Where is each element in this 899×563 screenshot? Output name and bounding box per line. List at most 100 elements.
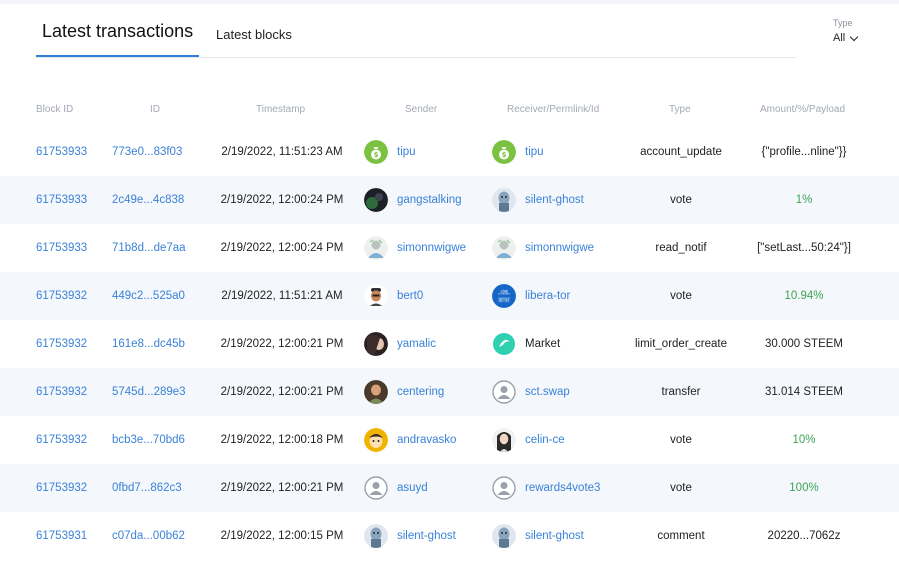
tab-bar: Latest transactions Latest blocks (36, 18, 796, 58)
table-row: 61753932 161e8...dc45b 2/19/2022, 12:00:21… (0, 320, 899, 368)
receiver-link: Market (525, 338, 561, 350)
block-id-link[interactable]: 61753932 (36, 416, 87, 464)
amount-payload: 20220...7062z (767, 530, 841, 542)
transaction-id-link[interactable]: 773e0...83f03 (112, 128, 182, 176)
receiver-link[interactable]: sct.swap (525, 380, 570, 404)
dark-avatar-icon[interactable] (364, 188, 388, 212)
sender-link[interactable]: gangstalking (397, 188, 462, 212)
block-id-link[interactable]: 61753933 (36, 128, 87, 176)
block-id-link[interactable]: 61753932 (36, 272, 87, 320)
libera-avatar-icon[interactable]: 리베레이터 (492, 284, 516, 308)
money-bag-avatar-icon[interactable]: $ (364, 140, 388, 164)
sender-link[interactable]: simonnwigwe (397, 236, 466, 260)
operation-type: transfer (661, 386, 701, 398)
portrait-warm-avatar-icon[interactable] (364, 380, 388, 404)
sender-link[interactable]: andravasko (397, 428, 456, 452)
block-id-link[interactable]: 61753931 (36, 512, 87, 560)
money-bag-avatar-icon[interactable]: $ (492, 140, 516, 164)
block-id-link[interactable]: 61753933 (36, 224, 87, 272)
transaction-id-link[interactable]: 71b8d...de7aa (112, 224, 186, 272)
table-row: 61753933 2c49e...4c838 2/19/2022, 12:00:24… (0, 176, 899, 224)
ghost-avatar-icon[interactable] (492, 524, 516, 548)
type-filter-value: All (833, 32, 846, 44)
table-row: 61753931 c07da...00b62 2/19/2022, 12:00:15… (0, 512, 899, 560)
receiver-cell: Market (492, 332, 560, 356)
table-row: 61753932 449c2...525a0 2/19/2022, 11:51:21… (0, 272, 899, 320)
receiver-link[interactable]: silent-ghost (525, 524, 584, 548)
block-id-link[interactable]: 61753932 (36, 368, 87, 416)
svg-text:레이터: 레이터 (498, 297, 509, 303)
default-user-avatar-icon[interactable] (492, 476, 516, 500)
timestamp: 2/19/2022, 11:51:21 AM (221, 290, 343, 302)
ghost-avatar-icon[interactable] (492, 188, 516, 212)
transaction-id-link[interactable]: 5745d...289e3 (112, 368, 186, 416)
block-id-link[interactable]: 61753932 (36, 320, 87, 368)
receiver-link[interactable]: tipu (525, 140, 544, 164)
column-header-sender: Sender (405, 104, 438, 115)
type-filter-select[interactable]: All (833, 32, 859, 44)
timestamp: 2/19/2022, 12:00:24 PM (220, 242, 344, 254)
default-user-avatar-icon[interactable] (364, 476, 388, 500)
transaction-id-link[interactable]: 0fbd7...862c3 (112, 464, 182, 512)
table-header: Block ID ID Timestamp Sender Receiver/Pe… (0, 96, 899, 123)
tab-latest-transactions[interactable]: Latest transactions (36, 18, 200, 57)
sketch-avatar-icon[interactable] (492, 236, 516, 260)
receiver-link[interactable]: libera-tor (525, 284, 570, 308)
receiver-cell: rewards4vote3 (492, 476, 600, 500)
operation-type: read_notif (655, 242, 707, 254)
type-filter-label: Type (833, 18, 853, 28)
chevron-down-icon (849, 32, 859, 41)
sender-link[interactable]: centering (397, 380, 444, 404)
amount-payload: 31.014 STEEM (765, 386, 843, 398)
block-id-link[interactable]: 61753933 (36, 176, 87, 224)
timestamp: 2/19/2022, 12:00:21 PM (220, 338, 344, 350)
bitmoji-avatar-icon[interactable] (364, 284, 388, 308)
portrait-light-avatar-icon[interactable] (492, 428, 516, 452)
transaction-id-link[interactable]: c07da...00b62 (112, 512, 185, 560)
timestamp: 2/19/2022, 12:00:15 PM (220, 530, 344, 542)
receiver-link[interactable]: rewards4vote3 (525, 476, 600, 500)
operation-type: vote (670, 194, 692, 206)
column-header-timestamp: Timestamp (256, 104, 306, 115)
sender-link[interactable]: bert0 (397, 284, 423, 308)
receiver-link[interactable]: silent-ghost (525, 188, 584, 212)
transaction-id-link[interactable]: bcb3e...70bd6 (112, 416, 185, 464)
column-header-id: ID (150, 104, 160, 115)
sender-link[interactable]: tipu (397, 140, 416, 164)
receiver-cell: silent-ghost (492, 188, 584, 212)
sender-cell: andravasko (364, 428, 456, 452)
timestamp: 2/19/2022, 12:00:24 PM (220, 194, 344, 206)
sender-cell: gangstalking (364, 188, 462, 212)
tab-label: Latest blocks (216, 27, 292, 42)
ghost-avatar-icon[interactable] (364, 524, 388, 548)
receiver-link[interactable]: celin-ce (525, 428, 565, 452)
sender-link[interactable]: asuyd (397, 476, 428, 500)
sender-link[interactable]: silent-ghost (397, 524, 456, 548)
sender-cell: yamalic (364, 332, 436, 356)
amount-payload: ["setLast...50:24"}] (757, 242, 851, 254)
transaction-id-link[interactable]: 449c2...525a0 (112, 272, 185, 320)
default-user-avatar-icon[interactable] (492, 380, 516, 404)
timestamp: 2/19/2022, 12:00:21 PM (220, 482, 344, 494)
sender-link[interactable]: yamalic (397, 332, 436, 356)
receiver-cell: silent-ghost (492, 524, 584, 548)
tab-latest-blocks[interactable]: Latest blocks (216, 18, 292, 52)
receiver-link[interactable]: simonnwigwe (525, 236, 594, 260)
operation-type: vote (670, 482, 692, 494)
sender-cell: asuyd (364, 476, 428, 500)
transactions-table: Block ID ID Timestamp Sender Receiver/Pe… (0, 96, 899, 560)
portrait-dark-avatar-icon[interactable] (364, 332, 388, 356)
sketch-avatar-icon[interactable] (364, 236, 388, 260)
timestamp: 2/19/2022, 12:00:21 PM (220, 386, 344, 398)
receiver-cell: simonnwigwe (492, 236, 594, 260)
receiver-cell: $ tipu (492, 140, 544, 164)
receiver-cell: 리베레이터 libera-tor (492, 284, 570, 308)
sender-cell: bert0 (364, 284, 423, 308)
amount-payload: 30.000 STEEM (765, 338, 843, 350)
svg-text:리베: 리베 (500, 288, 508, 294)
cartoon-avatar-icon[interactable] (364, 428, 388, 452)
block-id-link[interactable]: 61753932 (36, 464, 87, 512)
transaction-id-link[interactable]: 2c49e...4c838 (112, 176, 184, 224)
transaction-id-link[interactable]: 161e8...dc45b (112, 320, 185, 368)
market-avatar-icon[interactable] (492, 332, 516, 356)
